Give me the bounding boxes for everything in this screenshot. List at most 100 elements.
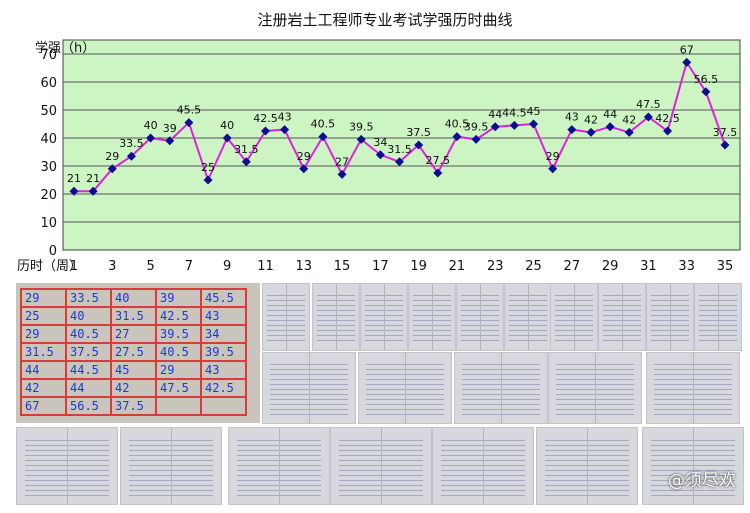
study-log-photo [312,283,360,351]
tally-row: 67 56.5 37.5 [20,396,247,416]
x-tick-label: 25 [525,259,542,274]
y-tick-label: 40 [40,132,57,147]
data-label: 37.5 [406,126,431,139]
x-tick-label: 27 [564,259,581,274]
tally-cell: 45.5 [200,288,247,308]
y-axis-ticks: 010203040506070 [40,48,57,259]
data-label: 37.5 [713,126,738,139]
x-tick-label: 17 [372,259,389,274]
study-log-photo [646,352,740,424]
x-axis-ticks: 1 3 5 7 9 11 13 15 17 19 21 23 25 27 29 31 33 35 [70,259,733,274]
tally-cell: 56.5 [65,396,112,416]
data-label: 47.5 [636,98,661,111]
tally-cell: 29 [155,360,202,380]
tally-cell: 29 [20,288,67,308]
tally-cell [155,396,202,416]
study-log-photo [360,283,408,351]
tally-cell: 43 [200,360,247,380]
tally-cell: 37.5 [110,396,157,416]
study-hours-chart: 注册岩土工程师专业考试学强历时曲线 010203040506070 135791… [17,11,741,274]
tally-cell: 27.5 [110,342,157,362]
data-label: 42 [584,113,598,126]
tally-cell: 39 [155,288,202,308]
tally-cell: 42 [20,378,67,398]
data-label: 43 [565,111,579,124]
tally-cell: 43 [200,306,247,326]
data-label: 44 [488,108,502,121]
x-tick-label: 11 [257,259,274,274]
y-tick-label: 50 [40,104,57,119]
tally-cell: 25 [20,306,67,326]
study-log-photo [598,283,646,351]
study-log-photo [432,427,534,505]
chart-title: 注册岩土工程师专业考试学强历时曲线 [257,11,512,29]
study-log-photo [694,283,742,351]
data-label: 27.5 [426,154,451,167]
data-label: 42.5 [655,112,680,125]
tally-cell: 27 [110,324,157,344]
data-label: 29 [105,150,119,163]
data-label: 45 [527,105,541,118]
tally-cell: 42.5 [200,378,247,398]
study-log-photo [262,352,356,424]
tally-row: 44 44.5 45 29 43 [20,360,247,380]
x-tick-label: 9 [223,259,231,274]
data-label: 31.5 [387,143,412,156]
tally-cell: 42 [110,378,157,398]
tally-cell: 44 [20,360,67,380]
tally-cell: 40 [110,288,157,308]
data-label: 44 [603,108,617,121]
study-log-photo [120,427,222,505]
data-label: 42.5 [253,112,278,125]
x-tick-label: 7 [185,259,193,274]
tally-row: 31.5 37.5 27.5 40.5 39.5 [20,342,247,362]
data-label: 40.5 [311,118,336,131]
study-log-photo [504,283,552,351]
tally-cell: 39.5 [155,324,202,344]
tally-cell: 40 [65,306,112,326]
data-label: 39.5 [349,120,374,133]
tally-cell: 44 [65,378,112,398]
tally-cell: 37.5 [65,342,112,362]
data-label: 33.5 [119,137,144,150]
x-tick-label: 5 [146,259,154,274]
x-tick-label: 35 [717,259,734,274]
data-label: 21 [67,172,81,185]
study-log-photo [646,283,694,351]
x-axis-label: 历时（周） [17,259,82,274]
data-label: 27 [335,155,349,168]
study-log-photo [262,283,310,351]
tally-cell: 34 [200,324,247,344]
study-log-photo [550,283,598,351]
tally-cell: 45 [110,360,157,380]
x-tick-label: 23 [487,259,504,274]
tally-row: 29 40.5 27 39.5 34 [20,324,247,344]
x-tick-label: 29 [602,259,619,274]
study-log-photo [548,352,642,424]
study-log-photo [358,352,452,424]
tally-cell: 42.5 [155,306,202,326]
y-tick-label: 30 [40,160,57,175]
x-tick-label: 15 [334,259,351,274]
x-tick-label: 19 [410,259,427,274]
data-label: 39.5 [464,120,489,133]
x-tick-label: 21 [449,259,466,274]
tally-cell: 31.5 [110,306,157,326]
tally-table: 29 33.5 40 39 45.5 25 40 31.5 42.5 43 29 40.5 27 39.5… [20,288,247,416]
y-axis-label: 学强（h） [35,40,95,56]
study-log-photo [454,352,548,424]
data-label: 34 [373,136,387,149]
data-label: 21 [86,172,100,185]
x-tick-label: 3 [108,259,116,274]
data-label: 42 [622,113,636,126]
data-label: 40 [220,119,234,132]
tally-row: 29 33.5 40 39 45.5 [20,288,247,308]
x-tick-label: 31 [640,259,657,274]
data-label: 40 [144,119,158,132]
data-label: 56.5 [694,73,719,86]
tally-cell: 47.5 [155,378,202,398]
data-label: 25 [201,161,215,174]
tally-cell: 39.5 [200,342,247,362]
tally-row: 42 44 42 47.5 42.5 [20,378,247,398]
study-log-photo [330,427,432,505]
